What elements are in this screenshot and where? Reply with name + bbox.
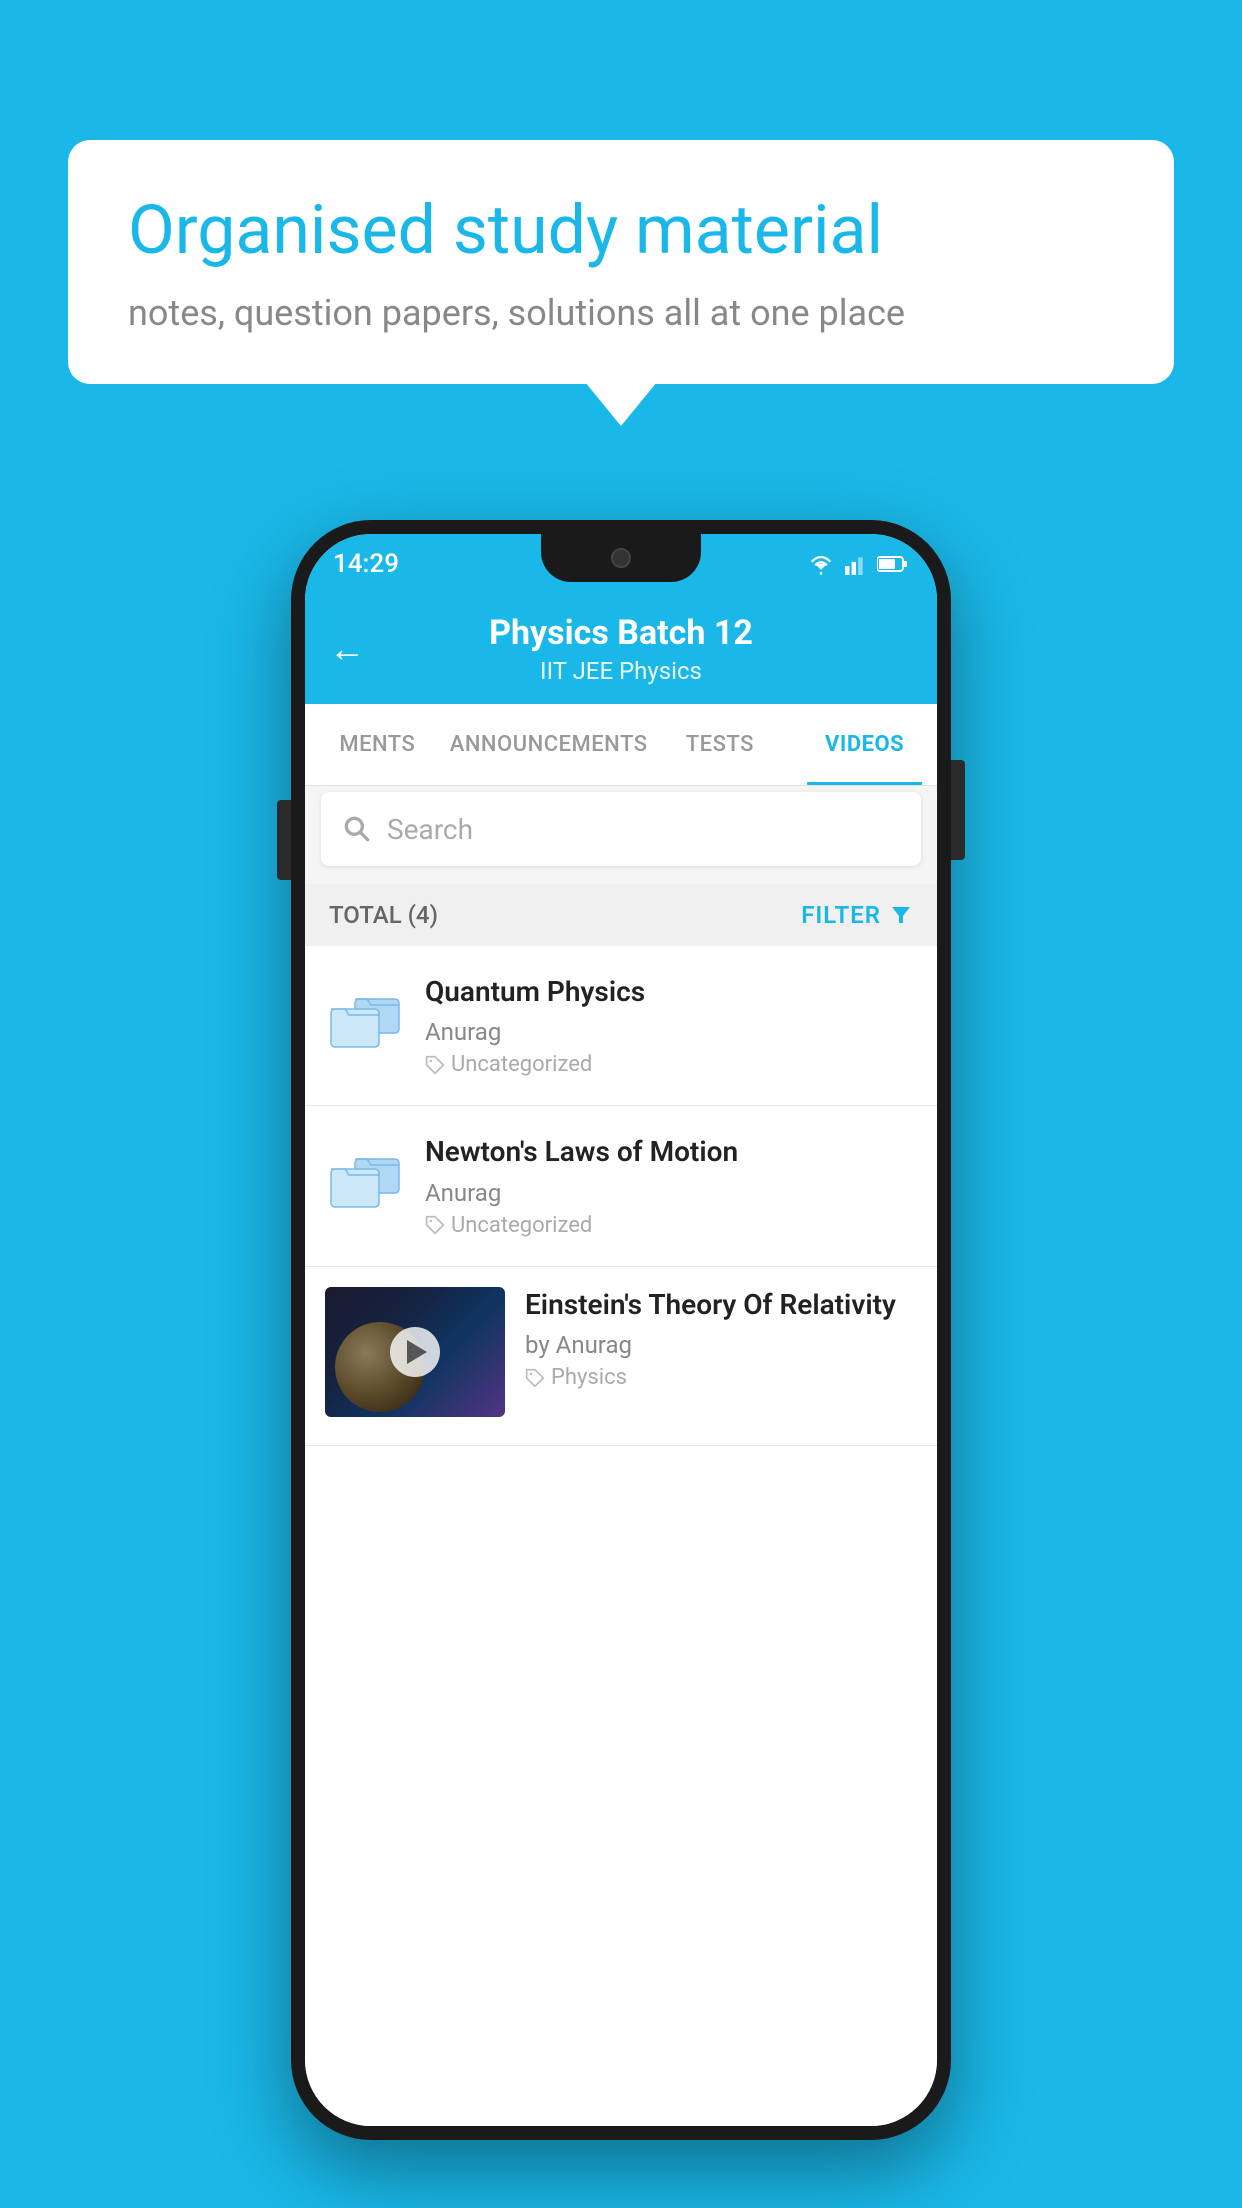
list-item[interactable]: Newton's Laws of Motion Anurag Uncategor… [305,1106,937,1266]
wifi-icon [807,553,835,575]
video-info-3: Einstein's Theory Of Relativity by Anura… [525,1287,917,1390]
tab-ments[interactable]: MENTS [305,704,450,785]
video-author: by Anurag [525,1331,917,1359]
filter-row: TOTAL (4) FILTER [305,884,937,946]
folder-thumb-1 [325,991,405,1061]
video-thumbnail [325,1287,505,1417]
speech-bubble-section: Organised study material notes, question… [68,140,1174,384]
video-info-1: Quantum Physics Anurag Uncategorized [425,974,917,1077]
header-title: Physics Batch 12 [489,613,753,653]
status-icons [807,553,909,575]
video-title: Einstein's Theory Of Relativity [525,1287,917,1323]
filter-button[interactable]: FILTER [801,901,913,929]
header-center: Physics Batch 12 IIT JEE Physics [489,613,753,685]
camera-icon [611,548,631,568]
video-author: Anurag [425,1018,917,1046]
list-item[interactable]: Quantum Physics Anurag Uncategorized [305,946,937,1106]
phone-screen: 14:29 [305,534,937,2126]
back-button[interactable]: ← [329,628,365,670]
filter-icon [889,903,913,927]
phone-notch [541,534,701,582]
tabs-bar: MENTS ANNOUNCEMENTS TESTS VIDEOS [305,704,937,786]
folder-thumb-2 [325,1151,405,1221]
signal-icon [845,553,867,575]
video-tag: Uncategorized [425,1052,917,1077]
video-list: Quantum Physics Anurag Uncategorized [305,946,937,2126]
video-title: Quantum Physics [425,974,917,1010]
tag-icon [425,1215,445,1235]
phone-device: 14:29 [291,520,951,2140]
search-icon [341,813,373,845]
play-button[interactable] [390,1327,440,1377]
bubble-title: Organised study material [128,190,1114,272]
tag-icon [425,1055,445,1075]
total-count: TOTAL (4) [329,901,438,929]
phone-body: 14:29 [291,520,951,2140]
video-author: Anurag [425,1179,917,1207]
battery-icon [877,553,909,575]
tag-icon [525,1368,545,1388]
status-time: 14:29 [333,549,399,579]
search-bar[interactable]: Search [321,792,921,866]
bubble-subtitle: notes, question papers, solutions all at… [128,292,1114,334]
app-header: ← Physics Batch 12 IIT JEE Physics [305,594,937,704]
video-tag: Uncategorized [425,1213,917,1238]
speech-bubble: Organised study material notes, question… [68,140,1174,384]
play-icon [407,1340,427,1364]
video-title: Newton's Laws of Motion [425,1134,917,1170]
video-info-2: Newton's Laws of Motion Anurag Uncategor… [425,1134,917,1237]
tab-videos[interactable]: VIDEOS [792,704,937,785]
list-item[interactable]: Einstein's Theory Of Relativity by Anura… [305,1267,937,1446]
tab-tests[interactable]: TESTS [648,704,793,785]
search-placeholder: Search [387,813,473,846]
video-tag: Physics [525,1365,917,1390]
tab-announcements[interactable]: ANNOUNCEMENTS [450,704,648,785]
header-subtitle: IIT JEE Physics [489,657,753,685]
